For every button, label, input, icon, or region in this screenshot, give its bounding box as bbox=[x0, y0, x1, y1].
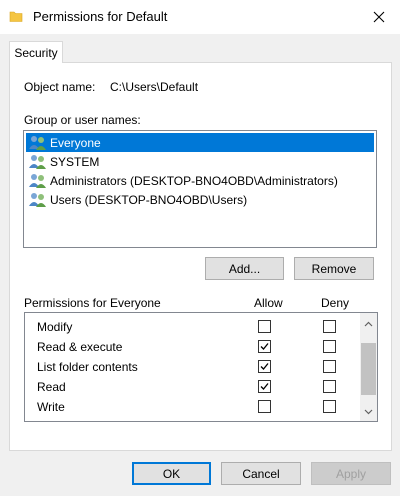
allow-checkbox-modify[interactable] bbox=[258, 320, 271, 333]
chevron-down-icon bbox=[364, 409, 373, 414]
users-icon bbox=[29, 193, 46, 207]
deny-checkbox-write[interactable] bbox=[323, 400, 336, 413]
permissions-label: Permissions for Everyone bbox=[24, 296, 161, 310]
allow-checkbox-read-execute[interactable] bbox=[258, 340, 271, 353]
deny-checkbox-read-execute[interactable] bbox=[323, 340, 336, 353]
permissions-list[interactable]: Modify Read & execute List folder conten… bbox=[24, 312, 378, 422]
permission-name: Read bbox=[37, 380, 66, 394]
users-icon bbox=[29, 174, 46, 188]
permission-name: List folder contents bbox=[37, 360, 138, 374]
checkmark-icon bbox=[260, 343, 269, 350]
deny-checkbox-list-folder[interactable] bbox=[323, 360, 336, 373]
cancel-button[interactable]: Cancel bbox=[221, 462, 301, 485]
users-icon bbox=[29, 136, 46, 150]
permission-row-modify: Modify bbox=[25, 317, 355, 337]
permission-name: Write bbox=[37, 400, 65, 414]
object-name-label: Object name: bbox=[24, 80, 96, 94]
checkmark-icon bbox=[260, 363, 269, 370]
list-item-everyone[interactable]: Everyone bbox=[26, 133, 374, 152]
folder-icon bbox=[9, 11, 23, 22]
checkmark-icon bbox=[260, 383, 269, 390]
close-button[interactable] bbox=[366, 4, 392, 30]
permissions-scrollbar[interactable] bbox=[360, 313, 377, 421]
permission-name: Modify bbox=[37, 320, 73, 334]
allow-checkbox-list-folder[interactable] bbox=[258, 360, 271, 373]
window-title: Permissions for Default bbox=[33, 9, 168, 24]
list-item-administrators[interactable]: Administrators (DESKTOP-BNO4OBD\Administ… bbox=[26, 171, 338, 190]
allow-checkbox-write[interactable] bbox=[258, 400, 271, 413]
list-item-system[interactable]: SYSTEM bbox=[26, 152, 99, 171]
permission-row-read: Read bbox=[25, 377, 355, 397]
users-icon bbox=[29, 155, 46, 169]
list-item-label: Users (DESKTOP-BNO4OBD\Users) bbox=[50, 192, 248, 207]
list-item-label: SYSTEM bbox=[50, 154, 100, 169]
chevron-up-icon bbox=[364, 321, 373, 326]
group-names-label: Group or user names: bbox=[24, 113, 141, 127]
title-bar: Permissions for Default bbox=[0, 0, 400, 34]
deny-header: Deny bbox=[321, 296, 350, 310]
group-user-list[interactable]: Everyone SYSTEM Administrators (DESKTOP-… bbox=[23, 130, 377, 248]
permission-row-list-folder: List folder contents bbox=[25, 357, 355, 377]
list-item-users[interactable]: Users (DESKTOP-BNO4OBD\Users) bbox=[26, 190, 247, 209]
allow-header: Allow bbox=[254, 296, 283, 310]
remove-button[interactable]: Remove bbox=[294, 257, 374, 280]
deny-checkbox-read[interactable] bbox=[323, 380, 336, 393]
object-name-value: C:\Users\Default bbox=[110, 80, 199, 94]
allow-checkbox-read[interactable] bbox=[258, 380, 271, 393]
deny-checkbox-modify[interactable] bbox=[323, 320, 336, 333]
tab-security[interactable]: Security bbox=[9, 41, 63, 63]
scroll-thumb[interactable] bbox=[361, 343, 376, 395]
add-button[interactable]: Add... bbox=[205, 257, 284, 280]
list-item-label: Administrators (DESKTOP-BNO4OBD\Administ… bbox=[50, 173, 338, 188]
scroll-down-arrow[interactable] bbox=[360, 403, 377, 420]
list-item-label: Everyone bbox=[50, 135, 101, 150]
apply-button[interactable]: Apply bbox=[311, 462, 391, 485]
permission-row-write: Write bbox=[25, 397, 355, 417]
permission-name: Read & execute bbox=[37, 340, 123, 354]
permission-row-read-execute: Read & execute bbox=[25, 337, 355, 357]
scroll-up-arrow[interactable] bbox=[360, 315, 377, 332]
ok-button[interactable]: OK bbox=[132, 462, 211, 485]
close-icon bbox=[373, 11, 385, 23]
